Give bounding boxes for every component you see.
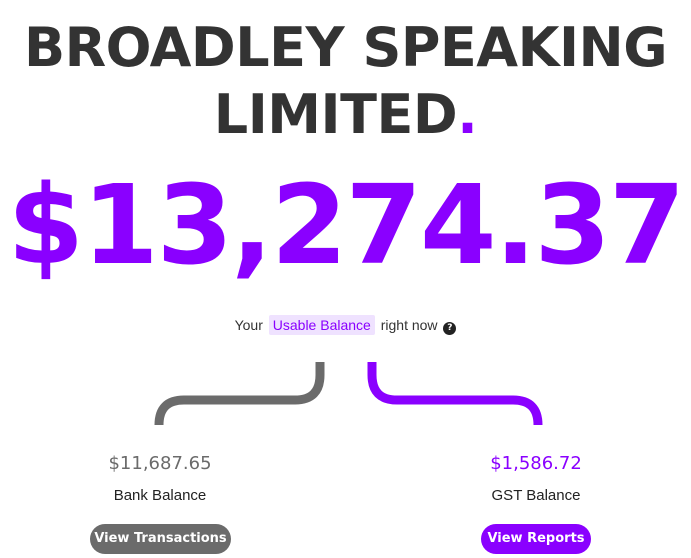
bank-balance-amount: $11,687.65 xyxy=(108,453,212,474)
usable-balance-amount: $13,274.37 xyxy=(7,161,686,289)
gst-balance-amount: $1,586.72 xyxy=(490,453,582,474)
usable-balance-prefix: Your xyxy=(234,317,263,333)
usable-balance-suffix: right now xyxy=(380,317,438,333)
view-reports-button[interactable]: View Reports xyxy=(481,524,591,554)
view-transactions-button[interactable]: View Transactions xyxy=(90,524,231,554)
help-icon[interactable]: ? xyxy=(443,322,457,335)
gst-balance-label: GST Balance xyxy=(491,487,581,504)
company-name-dot: . xyxy=(457,83,478,146)
gst-connector-line xyxy=(367,362,543,426)
usable-balance-caption: Your Usable Balance right now ? xyxy=(0,315,691,335)
company-name-line1: BROADLEY SPEAKING xyxy=(23,16,668,79)
company-name: BROADLEY SPEAKING LIMITED. xyxy=(0,14,691,148)
bank-connector-line xyxy=(154,362,325,426)
bank-balance-label: Bank Balance xyxy=(113,487,207,504)
company-name-line2: LIMITED xyxy=(213,83,458,146)
usable-balance-highlight: Usable Balance xyxy=(268,315,375,335)
